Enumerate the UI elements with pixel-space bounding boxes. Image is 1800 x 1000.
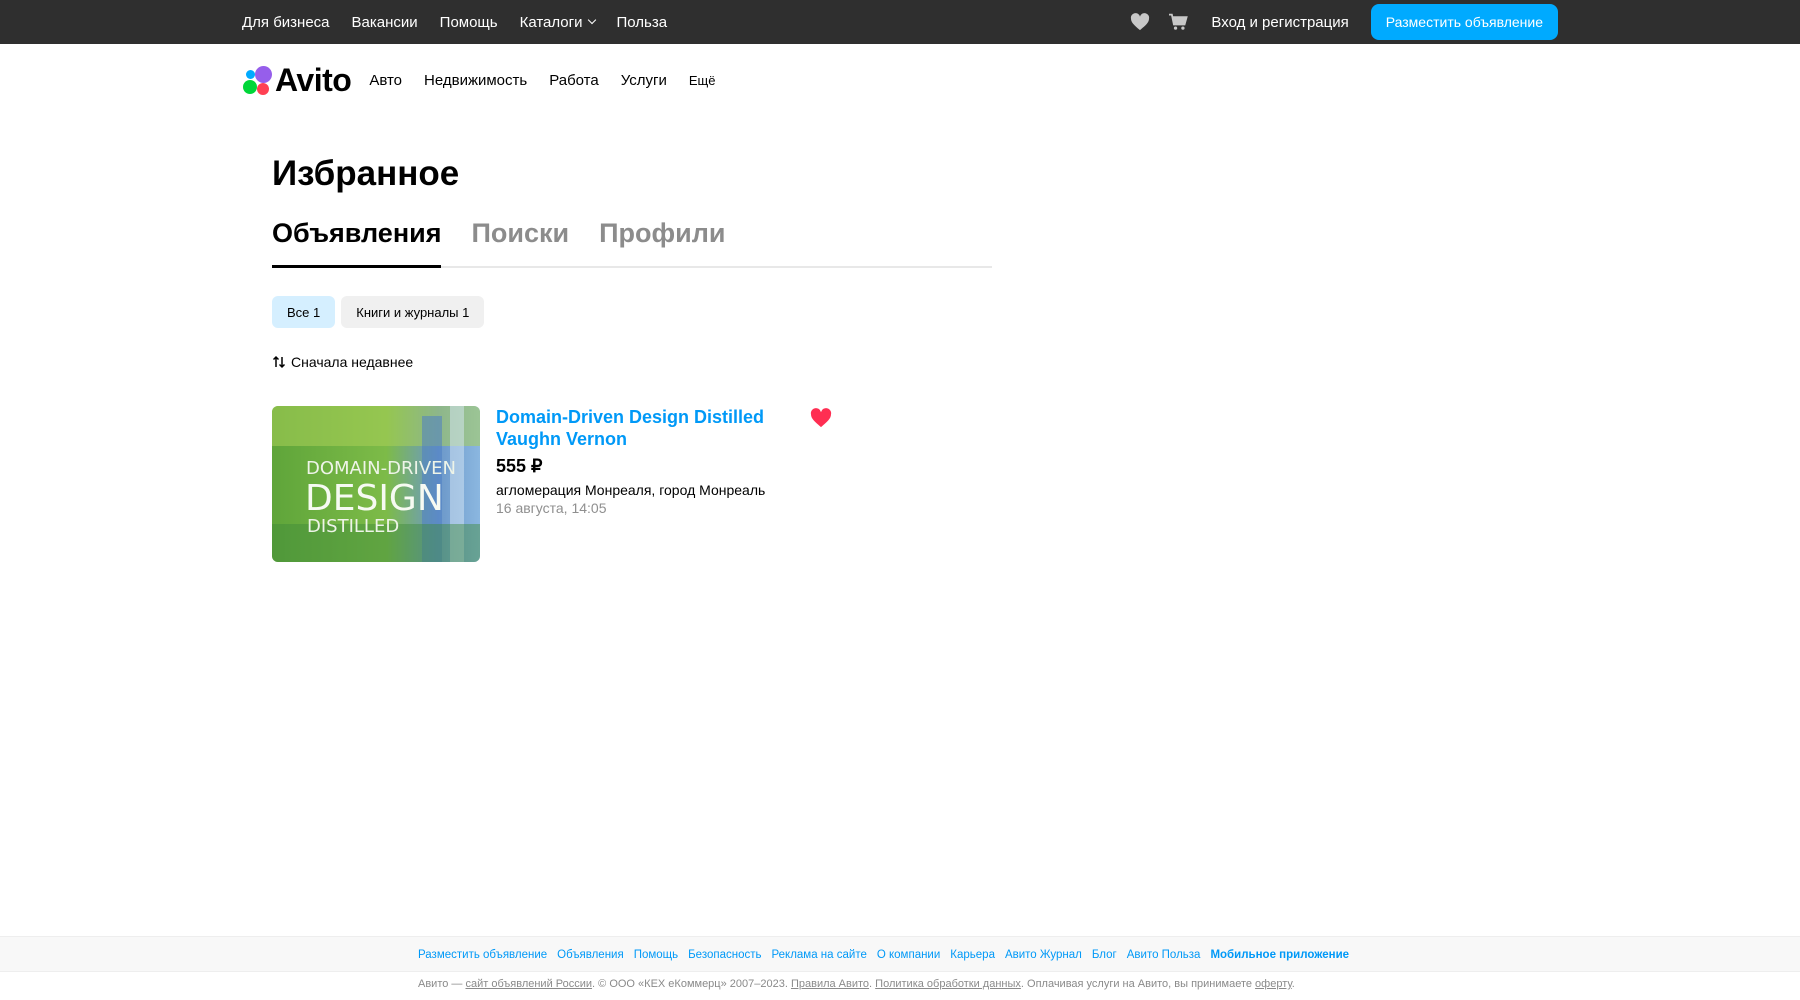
tab-ads[interactable]: Объявления: [272, 218, 442, 268]
favorite-item-card: DOMAIN-DRIVEN DESIGN DISTILLED Domain-Dr…: [272, 406, 832, 562]
main-header: Avito Авто Недвижимость Работа Услуги Ещ…: [242, 60, 737, 100]
page-title: Избранное: [272, 154, 460, 193]
nav-benefit[interactable]: Польза: [617, 14, 668, 31]
footer-link-advertising[interactable]: Реклама на сайте: [771, 949, 866, 961]
item-title-link[interactable]: Domain-Driven Design Distilled Vaughn Ve…: [496, 406, 796, 450]
top-bar-actions: Вход и регистрация Разместить объявление: [1129, 0, 1558, 44]
sort-selector[interactable]: Сначала недавнее: [272, 354, 413, 370]
cover-line-2: DESIGN: [305, 478, 444, 519]
nav-vacancies[interactable]: Вакансии: [352, 14, 418, 31]
cart-icon[interactable]: [1167, 11, 1189, 33]
chip-books-magazines[interactable]: Книги и журналы 1: [341, 296, 485, 328]
nav-for-business[interactable]: Для бизнеса: [242, 14, 330, 31]
footer-link-security[interactable]: Безопасность: [688, 949, 761, 961]
offer-link[interactable]: оферту: [1255, 978, 1292, 990]
copyright-middle: . © ООО «КЕХ еКоммерц» 2007–2023.: [592, 978, 791, 990]
footer-link-career[interactable]: Карьера: [950, 949, 995, 961]
copyright-prefix: Авито —: [418, 978, 466, 990]
favorite-heart-icon[interactable]: [810, 408, 834, 432]
footer-link-mobile-app[interactable]: Мобильное приложение: [1210, 949, 1349, 961]
footer-link-post-ad[interactable]: Разместить объявление: [418, 949, 547, 961]
policy-link[interactable]: Политика обработки данных: [875, 978, 1021, 990]
footer-link-journal[interactable]: Авито Журнал: [1005, 949, 1082, 961]
cover-line-1: DOMAIN-DRIVEN: [306, 458, 456, 479]
item-price: 555 ₽: [496, 456, 543, 476]
logo-dots-icon: [242, 65, 272, 95]
chip-all[interactable]: Все 1: [272, 296, 336, 328]
sort-label: Сначала недавнее: [291, 354, 414, 370]
footer-link-ads[interactable]: Объявления: [557, 949, 624, 961]
avito-logo[interactable]: Avito: [242, 61, 352, 99]
sort-arrows-icon: [272, 355, 286, 369]
rules-link[interactable]: Правила Авито: [791, 978, 869, 990]
copyright-tail: . Оплачивая услуги на Авито, вы принимае…: [1020, 978, 1256, 990]
footer-link-benefit[interactable]: Авито Польза: [1127, 949, 1201, 961]
category-more[interactable]: Ещё: [689, 73, 716, 88]
footer-link-help[interactable]: Помощь: [634, 949, 678, 961]
login-link[interactable]: Вход и регистрация: [1211, 14, 1348, 31]
top-bar: Для бизнеса Вакансии Помощь Каталоги Пол…: [0, 0, 1800, 44]
tab-profiles[interactable]: Профили: [599, 218, 725, 268]
footer-link-blog[interactable]: Блог: [1092, 949, 1117, 961]
footer-links: Разместить объявление Объявления Помощь …: [0, 936, 1800, 972]
item-location: агломерация Монреаля, город Монреаль: [496, 482, 766, 498]
nav-help[interactable]: Помощь: [440, 14, 498, 31]
chevron-down-icon: [587, 15, 596, 25]
tab-searches[interactable]: Поиски: [471, 218, 569, 268]
category-jobs[interactable]: Работа: [549, 72, 599, 89]
site-link[interactable]: сайт объявлений России: [465, 978, 592, 990]
item-thumbnail[interactable]: DOMAIN-DRIVEN DESIGN DISTILLED: [272, 406, 480, 562]
nav-catalogs[interactable]: Каталоги: [519, 13, 596, 31]
category-auto[interactable]: Авто: [369, 72, 402, 89]
nav-catalogs-label: Каталоги: [519, 13, 583, 31]
category-services[interactable]: Услуги: [621, 72, 667, 89]
copyright-text: Авито — сайт объявлений России. © ООО «К…: [418, 978, 1295, 990]
category-real-estate[interactable]: Недвижимость: [424, 72, 527, 89]
category-filter-chips: Все 1 Книги и журналы 1: [272, 296, 490, 328]
footer-link-about[interactable]: О компании: [877, 949, 940, 961]
post-ad-button[interactable]: Разместить объявление: [1370, 4, 1558, 40]
item-date: 16 августа, 14:05: [496, 500, 607, 516]
logo-text: Avito: [275, 61, 352, 98]
favorites-heart-icon[interactable]: [1129, 11, 1151, 33]
top-nav: Для бизнеса Вакансии Помощь Каталоги Пол…: [242, 0, 689, 44]
cover-line-3: DISTILLED: [307, 516, 399, 537]
copyright-end: .: [1291, 978, 1295, 990]
favorites-tabs: Объявления Поиски Профили: [272, 218, 992, 268]
